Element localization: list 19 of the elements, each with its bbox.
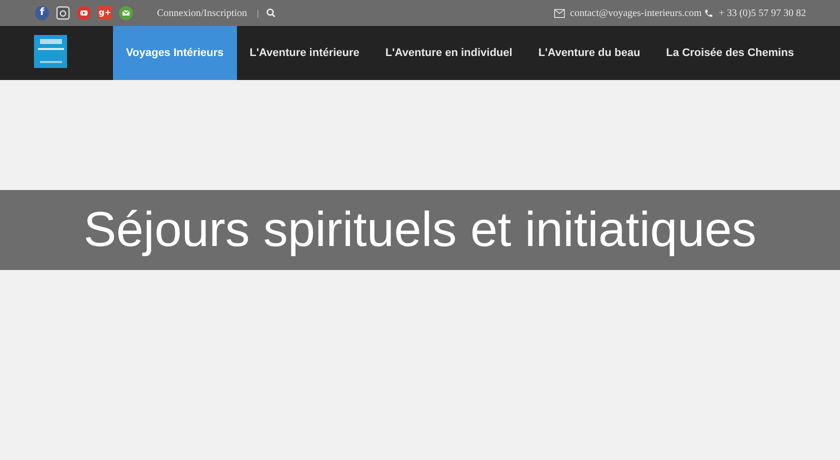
- nav-tab[interactable]: L'Aventure en individuel: [372, 26, 526, 80]
- google-plus-icon[interactable]: g+: [98, 6, 112, 20]
- envelope-icon: [554, 8, 566, 18]
- separator: |: [257, 8, 259, 18]
- nav-tab[interactable]: La Croisée des Chemins: [653, 26, 807, 80]
- email-link[interactable]: contact@voyages-interieurs.com: [570, 8, 702, 18]
- logo-icon[interactable]: [34, 35, 67, 68]
- nav-tab[interactable]: Voyages Intérieurs: [113, 26, 237, 80]
- mail-icon[interactable]: [119, 6, 133, 20]
- camera-icon[interactable]: [56, 6, 70, 20]
- phone-icon: [704, 8, 713, 18]
- banner-title: Séjours spirituels et initiatiques: [0, 190, 840, 270]
- phone-number: + 33 (0)5 57 97 30 82: [718, 8, 806, 18]
- video-icon[interactable]: [77, 6, 91, 20]
- search-icon[interactable]: [266, 8, 276, 18]
- nav-tab[interactable]: L'Aventure intérieure: [236, 26, 372, 80]
- facebook-icon[interactable]: f: [35, 6, 49, 20]
- login-link[interactable]: Connexion/Inscription: [157, 8, 247, 18]
- nav-tab[interactable]: L'Aventure du beau: [525, 26, 654, 80]
